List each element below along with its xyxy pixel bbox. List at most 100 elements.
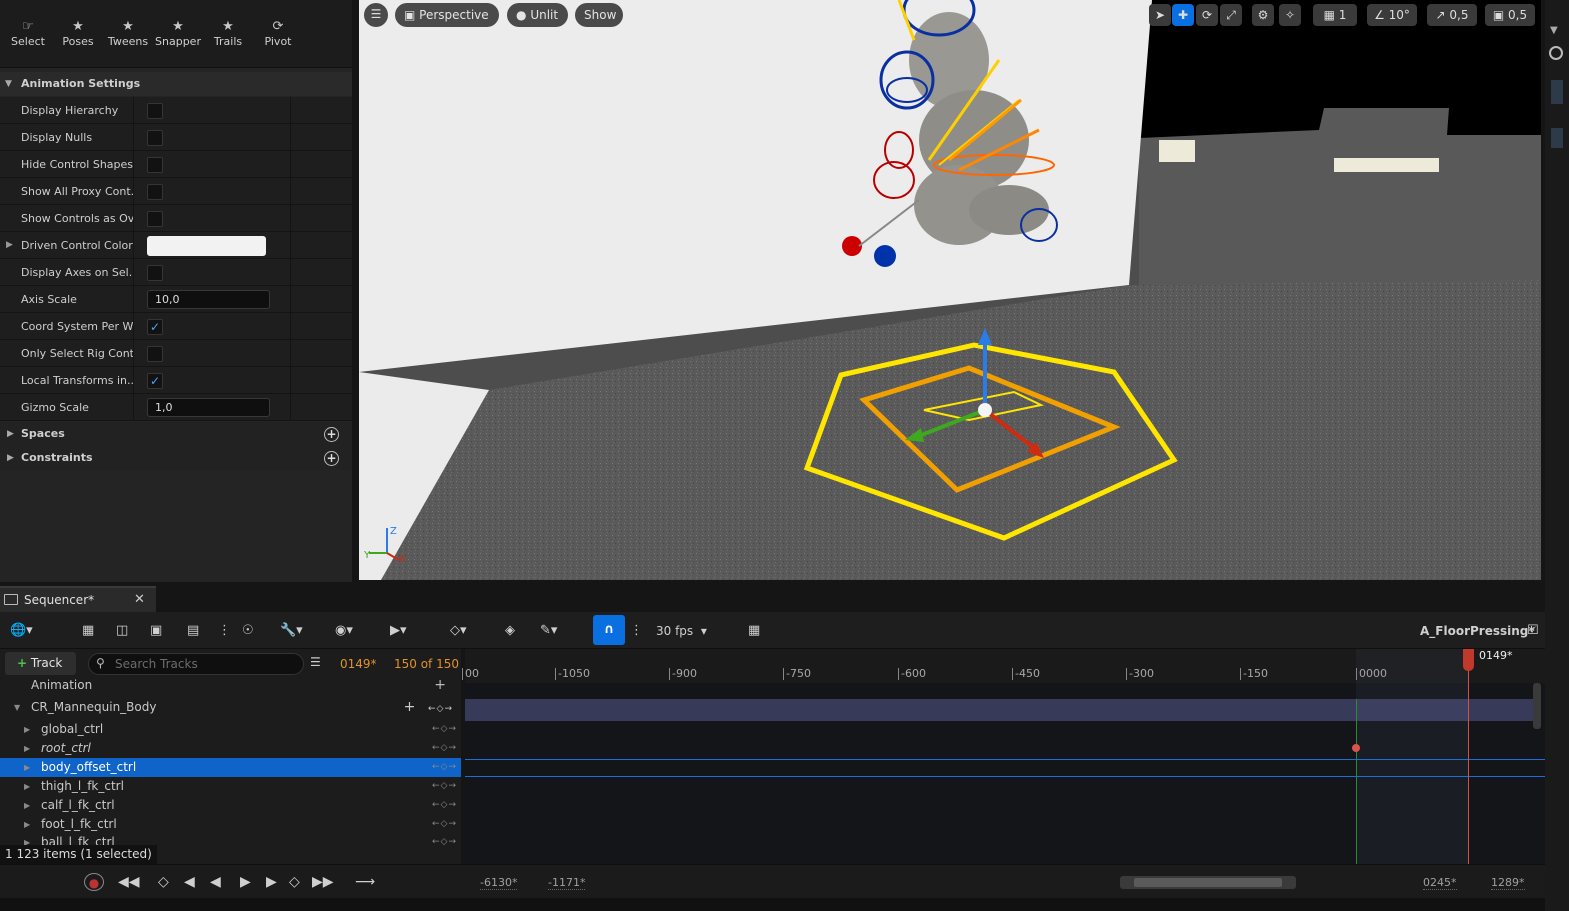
setting-checkbox[interactable]: ✓ [147, 319, 163, 335]
key-navigation[interactable]: ←◇→ [432, 815, 457, 834]
playback-start-field[interactable]: -1171* [548, 876, 586, 890]
setting-checkbox[interactable] [147, 157, 163, 173]
dropdown-arrow-icon[interactable]: ▼ [1550, 25, 1558, 36]
setting-number-field[interactable]: 10,0 [147, 290, 270, 309]
eye-icon[interactable]: ◉▾ [335, 620, 353, 642]
playhead-handle[interactable] [1463, 649, 1474, 671]
play-icon[interactable]: ▶ [240, 873, 251, 891]
scale-snap-button[interactable]: ↗ 0,5 [1427, 4, 1477, 26]
more-options-icon[interactable]: ⋮ [630, 620, 643, 642]
rotation-snap-button[interactable]: ∠ 10° [1367, 4, 1417, 26]
setting-checkbox[interactable] [147, 211, 163, 227]
coord-system-button[interactable]: ⚙ [1252, 4, 1274, 26]
track-row[interactable]: ▶ global_ctrl ←◇→ [0, 720, 461, 739]
filter-icon[interactable]: ☰ [310, 655, 321, 669]
setting-checkbox[interactable] [147, 130, 163, 146]
mode-poses-button[interactable]: ★ Poses [53, 20, 103, 49]
track-row[interactable]: ▶ thigh_l_fk_ctrl ←◇→ [0, 777, 461, 796]
expand-arrow-icon[interactable]: ▶ [6, 232, 13, 259]
key-navigation[interactable]: ←◇→ [432, 720, 457, 739]
select-mode-button[interactable]: ➤ [1149, 4, 1171, 26]
mode-trails-button[interactable]: ★ Trails [203, 20, 253, 49]
close-icon[interactable]: ✕ [134, 592, 145, 607]
add-space-icon[interactable]: + [324, 427, 339, 442]
expand-arrow-icon[interactable]: ▶ [24, 796, 30, 815]
curve-editor-icon[interactable]: ▦ [748, 620, 760, 642]
expand-arrow-icon[interactable]: ▼ [14, 698, 20, 717]
track-row[interactable]: ▶ calf_l_fk_ctrl ←◇→ [0, 796, 461, 815]
lock-icon[interactable]: ☑ [1527, 620, 1539, 642]
horizontal-scrollbar[interactable] [1120, 876, 1296, 889]
setting-checkbox[interactable] [147, 103, 163, 119]
track-row[interactable]: ▶ foot_l_fk_ctrl ←◇→ [0, 815, 461, 834]
view-start-field[interactable]: -6130* [480, 876, 518, 890]
key-navigation[interactable]: + ←◇→ [404, 698, 453, 719]
more-options-icon[interactable]: ⋮ [218, 620, 231, 642]
sequencer-tab[interactable]: Sequencer* ✕ [0, 586, 156, 612]
jump-to-end-icon[interactable]: ▶▶ [312, 873, 334, 891]
snap-magnet-icon[interactable]: ∩ [593, 615, 625, 645]
setting-checkbox[interactable] [147, 265, 163, 281]
play-reverse-icon[interactable]: ◀ [210, 873, 221, 891]
mode-tweens-button[interactable]: ★ Tweens [103, 20, 153, 49]
current-frame-field[interactable]: 0149* [340, 657, 377, 671]
brush-icon[interactable]: ✎▾ [540, 620, 557, 642]
add-track-button[interactable]: + Track [5, 652, 76, 675]
mode-select-button[interactable]: ☞ Select [3, 20, 53, 49]
setting-checkbox[interactable]: ✓ [147, 373, 163, 389]
add-constraint-icon[interactable]: + [324, 451, 339, 466]
setting-number-field[interactable]: 1,0 [147, 398, 270, 417]
vertical-scrollbar[interactable] [1533, 683, 1541, 729]
loop-icon[interactable]: ⟶ [355, 873, 375, 891]
scale-mode-button[interactable]: ⤢ [1220, 4, 1242, 26]
step-forward-icon[interactable]: ▶ [266, 873, 277, 891]
expand-arrow-icon[interactable]: ▶ [24, 777, 30, 796]
jump-to-start-icon[interactable]: ◀◀ [118, 873, 140, 891]
animation-settings-header[interactable]: ▼ Animation Settings [0, 72, 352, 96]
render-movie-icon[interactable]: ▣ [150, 620, 162, 642]
expand-arrow-icon[interactable]: ▶ [24, 758, 30, 777]
key-navigation[interactable]: ←◇→ [432, 777, 457, 796]
scrollbar-thumb[interactable] [1551, 128, 1563, 148]
show-button[interactable]: Show [575, 3, 623, 27]
translate-mode-button[interactable]: ✚ [1172, 4, 1194, 26]
key-navigation[interactable]: ←◇→ [432, 739, 457, 758]
grid-snap-button[interactable]: ▦ 1 [1313, 4, 1357, 26]
save-icon[interactable]: ▦ [82, 620, 94, 642]
record-icon[interactable]: ● [84, 873, 104, 891]
add-icon[interactable]: + [434, 676, 447, 695]
surface-snap-button[interactable]: ✧ [1279, 4, 1301, 26]
key-navigation[interactable]: ←◇→ [432, 758, 457, 777]
key-navigation[interactable]: ←◇→ [432, 796, 457, 815]
timeline-panel[interactable]: 00 -1050 -900 -750 -600 -450 -300 -150 0000 0149… [462, 649, 1545, 864]
wrench-icon[interactable]: 🔧▾ [280, 620, 303, 642]
setting-checkbox[interactable] [147, 346, 163, 362]
perspective-button[interactable]: ▣ Perspective [395, 3, 499, 27]
search-tracks-field[interactable]: ⚲ Search Tracks [88, 653, 304, 675]
add-icon[interactable]: + [404, 699, 417, 715]
step-back-icon[interactable]: ◀ [184, 873, 195, 891]
keyframe[interactable] [1352, 744, 1360, 752]
playback-options-icon[interactable]: ▶▾ [390, 620, 407, 642]
previous-key-icon[interactable]: ◇ [158, 873, 169, 891]
spaces-section[interactable]: ▶ Spaces + [0, 422, 352, 446]
level-viewport[interactable]: Z Y X ☰ ▣ Perspective ● Unlit Show ➤ ✚ ⟳… [359, 0, 1541, 580]
constraints-section[interactable]: ▶ Constraints + [0, 446, 352, 470]
clapper-icon[interactable]: ▤ [187, 620, 199, 642]
color-swatch[interactable] [147, 236, 266, 256]
expand-arrow-icon[interactable]: ▶ [24, 815, 30, 834]
mode-snapper-button[interactable]: ★ Snapper [153, 20, 203, 49]
mode-pivot-button[interactable]: ⟳ Pivot [253, 20, 303, 49]
viewport-options-button[interactable]: ☰ [364, 3, 388, 27]
find-asset-icon[interactable]: ◫ [116, 620, 128, 642]
expand-arrow-icon[interactable]: ▶ [24, 739, 30, 758]
track-row[interactable]: ▶ root_ctrl ←◇→ [0, 739, 461, 758]
expand-arrow-icon[interactable]: ▶ [24, 720, 30, 739]
key-icon[interactable]: ◇▾ [450, 620, 467, 642]
camera-speed-button[interactable]: ▣ 0,5 [1485, 4, 1535, 26]
setting-checkbox[interactable] [147, 184, 163, 200]
track-row[interactable]: Animation + [0, 676, 461, 695]
track-row[interactable]: ▶ body_offset_ctrl ←◇→ [0, 758, 461, 777]
search-icon[interactable] [1549, 46, 1563, 60]
view-end-field[interactable]: 1289* [1491, 876, 1525, 890]
